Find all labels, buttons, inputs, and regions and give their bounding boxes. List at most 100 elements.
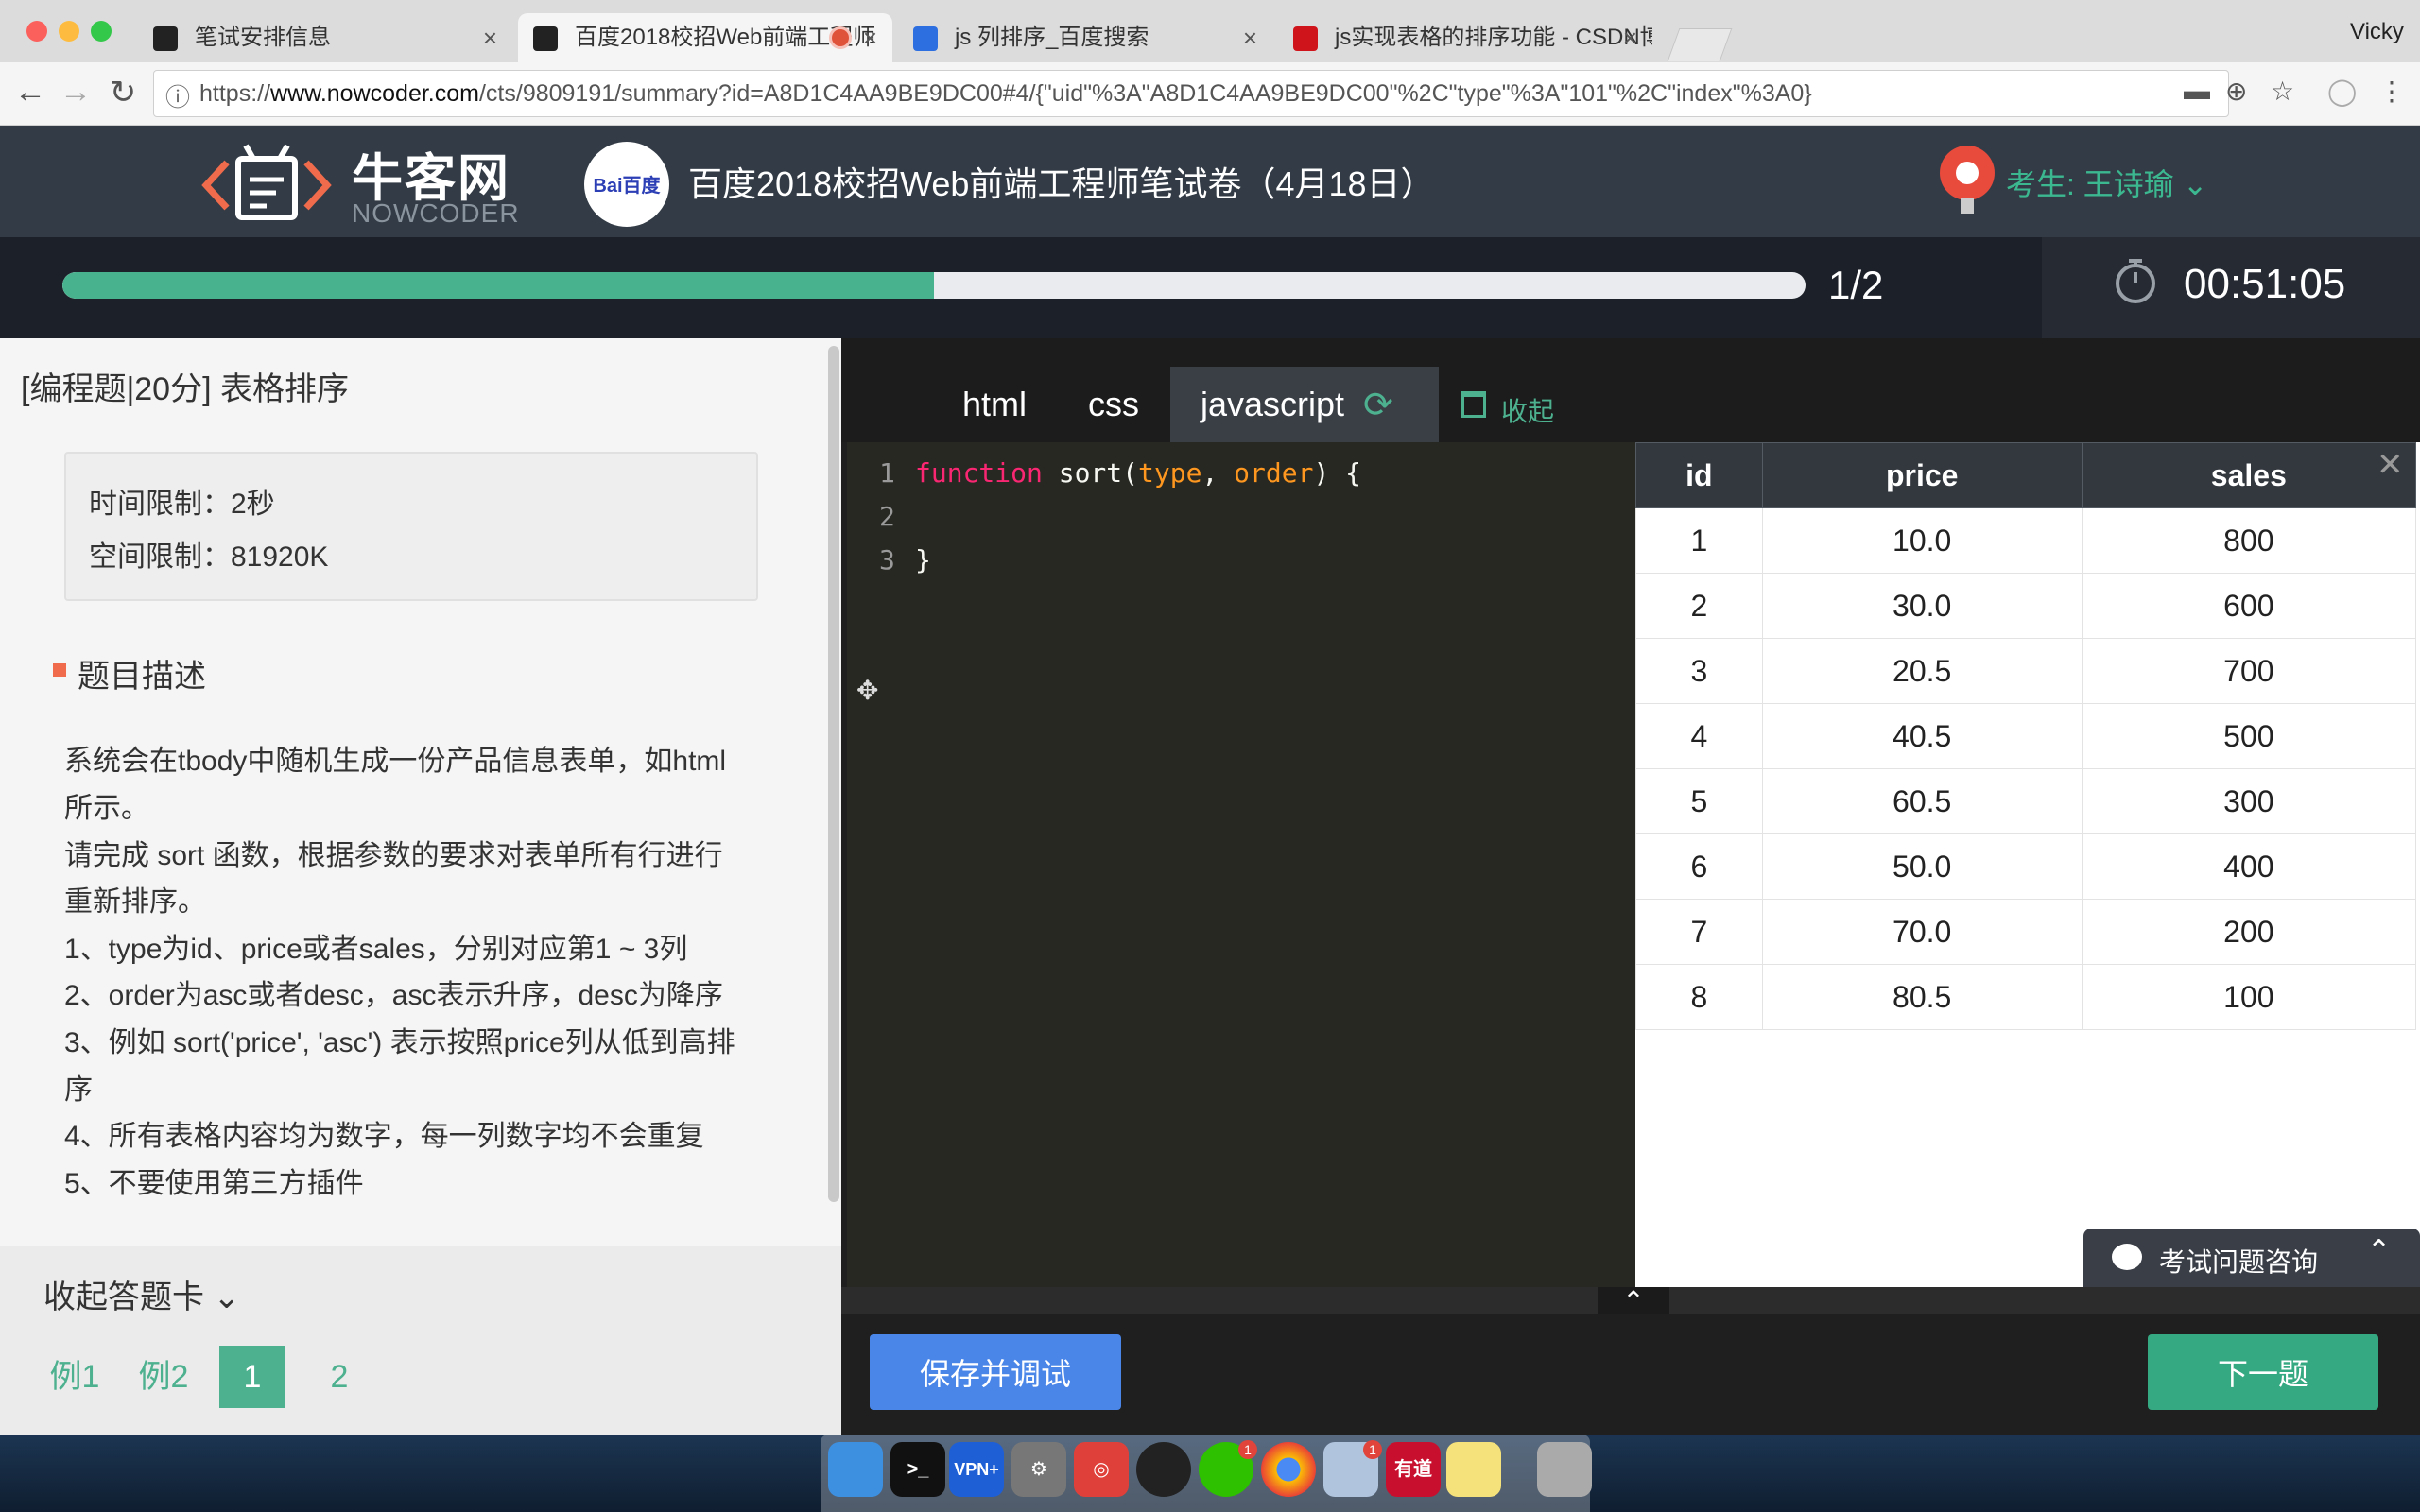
browser-tab-csdn[interactable]: js实现表格的排序功能 - CSDN博 × (1278, 13, 1652, 62)
trash-icon[interactable] (1537, 1442, 1592, 1497)
notes-icon[interactable] (1446, 1442, 1501, 1497)
recording-icon (832, 29, 849, 46)
line-number: 1 (879, 457, 895, 489)
zoom-icon[interactable]: ⊕ (2225, 76, 2247, 107)
back-arrow-icon[interactable]: ← (11, 74, 49, 111)
bookmark-star-icon[interactable]: ☆ (2271, 76, 2294, 107)
system-preferences-icon[interactable]: ⚙ (1011, 1442, 1066, 1497)
chevron-down-icon: ⌄ (2182, 167, 2208, 201)
table-row: 2 30.0 600 (1635, 573, 2417, 639)
table-cell: 10.0 (1761, 507, 2083, 574)
table-cell: 30.0 (1761, 573, 2083, 639)
terminal-icon[interactable]: >_ (890, 1442, 945, 1497)
reload-icon[interactable]: ↻ (104, 74, 142, 112)
table-cell: 600 (2081, 573, 2417, 639)
description-line: 2、order为asc或者desc，asc表示升序，desc为降序 (64, 980, 723, 1011)
section-heading: 题目描述 (78, 659, 206, 695)
table-cell: 60.5 (1761, 768, 2083, 834)
table-cell: 500 (2081, 703, 2417, 769)
close-tab-icon[interactable]: × (863, 13, 877, 62)
table-cell: 700 (2081, 638, 2417, 704)
line-number: 3 (879, 544, 895, 576)
progress-count: 1/2 (1828, 263, 1884, 307)
close-tab-icon[interactable]: × (1623, 13, 1637, 62)
netease-music-icon[interactable]: ◎ (1074, 1442, 1129, 1497)
description-line: 1、type为id、price或者sales，分别对应第1 ~ 3列 (64, 934, 688, 965)
exam-title: 百度2018校招Web前端工程师笔试卷（4月18日） (688, 164, 1435, 203)
next-question-button[interactable]: 下一题 (2148, 1334, 2378, 1410)
browser-tab-exam-schedule[interactable]: 笔试安排信息 × (138, 13, 512, 62)
table-row: 1 10.0 800 (1635, 507, 2417, 574)
table-cell: 3 (1635, 638, 1763, 704)
menu-icon[interactable]: ⋮ (2378, 76, 2405, 107)
browser-tab-exam[interactable]: 百度2018校招Web前端工程师 × (518, 13, 892, 62)
question-scrollbar[interactable] (828, 346, 839, 1202)
code-line[interactable]: } (915, 544, 931, 576)
close-preview-icon[interactable]: ✕ (2377, 446, 2404, 484)
extension-icon[interactable]: ◯ (2327, 76, 2357, 107)
maximize-window-icon[interactable] (91, 21, 112, 42)
qq-icon[interactable] (1136, 1442, 1191, 1497)
nowcoder-logo-icon[interactable] (200, 138, 333, 225)
answer-card-toggle[interactable]: 收起答题卡 ⌄ (43, 1271, 240, 1317)
preview-pane: id price sales 1 10.0 800 2 30.0 600 3 20.5 70… (1635, 442, 2420, 1287)
forward-arrow-icon[interactable]: → (57, 74, 95, 111)
table-cell: 800 (2081, 507, 2417, 574)
answer-card-example-2[interactable]: 例2 (130, 1346, 197, 1408)
preview-table: id price sales 1 10.0 800 2 30.0 600 3 20.5 70… (1635, 442, 2417, 1030)
collapse-icon[interactable] (1461, 391, 1486, 418)
progress-bar (62, 272, 1806, 299)
save-and-debug-button[interactable]: 保存并调试 (870, 1334, 1121, 1410)
code-line[interactable]: function sort(type, order) { (915, 457, 1361, 489)
address-bar[interactable]: ⓘ https://www.nowcoder.com/cts/9809191/s… (153, 70, 2229, 117)
table-row: 8 80.5 100 (1635, 964, 2417, 1030)
table-cell: 400 (2081, 833, 2417, 900)
line-number: 2 (879, 501, 895, 532)
youdao-dictionary-icon[interactable]: 有道 (1386, 1442, 1441, 1497)
nowcoder-favicon-icon (153, 26, 178, 51)
table-row: 3 20.5 700 (1635, 638, 2417, 704)
webcam-icon (1940, 146, 1995, 200)
chevron-up-icon[interactable]: ⌃ (2367, 1234, 2391, 1267)
chat-bubble-icon (2112, 1244, 2142, 1270)
description-line: 4、所有表格内容均为数字，每一列数字均不会重复 (64, 1121, 704, 1152)
table-cell: 100 (2081, 964, 2417, 1030)
collapse-button[interactable]: 收起 (1501, 391, 1554, 429)
table-cell: 80.5 (1761, 964, 2083, 1030)
browser-tab-baidu-search[interactable]: js 列排序_百度搜索 × (898, 13, 1272, 62)
description-line: 5、不要使用第三方插件 (64, 1168, 364, 1199)
candidate-menu[interactable]: 考生: 王诗瑜 ⌄ (2006, 161, 2208, 204)
close-window-icon[interactable] (26, 21, 47, 42)
tab-html[interactable]: html (940, 367, 1049, 442)
info-icon[interactable]: ⓘ (165, 78, 190, 113)
answer-card-question-2[interactable]: 2 (306, 1346, 372, 1408)
baidu-logo-text: Bai百度 (593, 176, 661, 197)
table-cell: 8 (1635, 964, 1763, 1030)
description-line: 系统会在tbody中随机生成一份产品信息表单，如html (64, 746, 727, 777)
table-cell: 4 (1635, 703, 1763, 769)
code-param: type (1138, 457, 1202, 489)
browser-profile-name[interactable]: Vicky (2350, 19, 2404, 45)
vpn-icon[interactable]: VPN+ (949, 1442, 1004, 1497)
answer-card-question-1[interactable]: 1 (219, 1346, 285, 1408)
minimize-window-icon[interactable] (59, 21, 79, 42)
new-tab-button[interactable] (1667, 28, 1733, 61)
close-tab-icon[interactable]: × (1243, 13, 1257, 62)
chrome-icon[interactable] (1261, 1442, 1316, 1497)
expand-up-icon[interactable]: ⌃ (1598, 1287, 1669, 1315)
refresh-icon[interactable]: ⟳ (1363, 384, 1393, 426)
progress-bar-fill (62, 272, 934, 299)
table-cell: 7 (1635, 899, 1763, 965)
consult-label: 考试问题咨询 (2159, 1247, 2319, 1277)
stopwatch-icon (2116, 259, 2155, 303)
chevron-down-icon: ⌄ (213, 1280, 240, 1315)
finder-icon[interactable] (828, 1442, 883, 1497)
table-cell: 70.0 (1761, 899, 2083, 965)
answer-card-example-1[interactable]: 例1 (42, 1346, 108, 1408)
table-row: 7 70.0 200 (1635, 899, 2417, 965)
tab-javascript[interactable]: javascript (1170, 367, 1439, 442)
code-editor[interactable] (847, 442, 1635, 1287)
close-tab-icon[interactable]: × (483, 13, 497, 62)
camera-icon[interactable]: ▬ (2184, 76, 2210, 106)
tab-css[interactable]: css (1059, 367, 1168, 442)
